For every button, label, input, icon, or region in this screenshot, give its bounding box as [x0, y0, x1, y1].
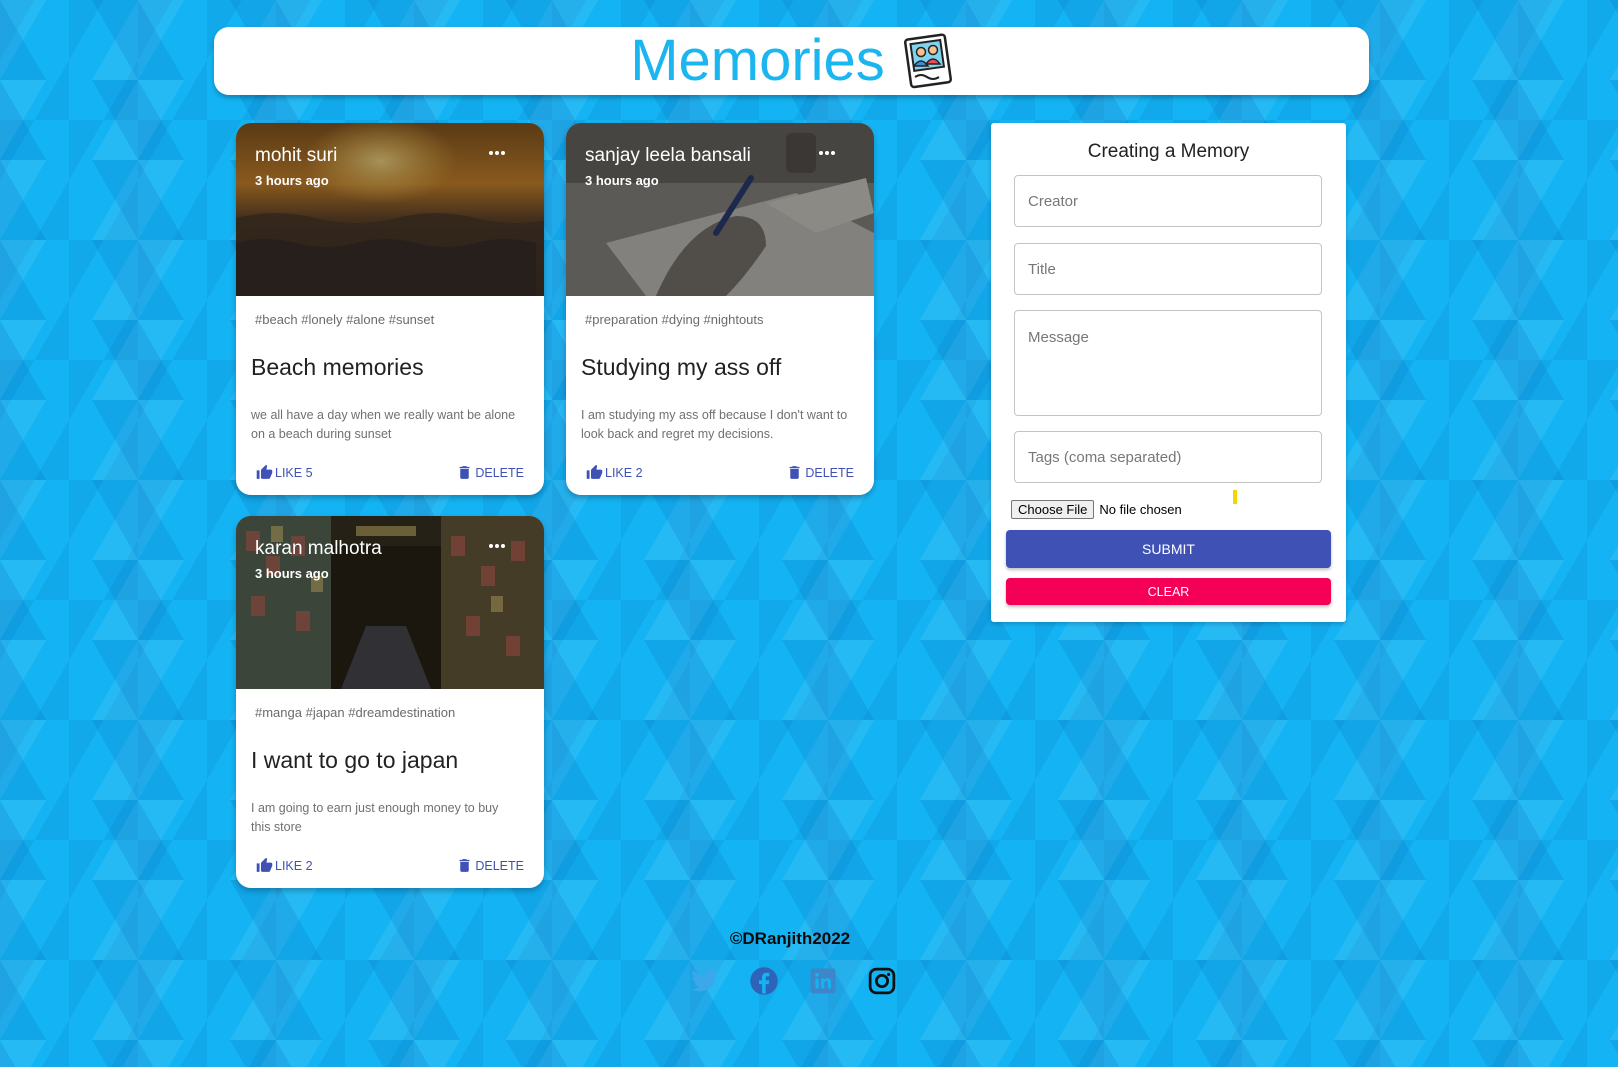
- post-message: I am studying my ass off because I don't…: [581, 408, 848, 441]
- choose-file-button[interactable]: Choose File: [1011, 500, 1095, 519]
- post-creator: sanjay leela bansali: [585, 145, 751, 166]
- post-time: 3 hours ago: [255, 566, 329, 581]
- delete-label: DELETE: [805, 465, 854, 480]
- thumb-up-icon: [256, 464, 273, 479]
- delete-button[interactable]: DELETE: [786, 464, 854, 481]
- text-cursor: [1233, 490, 1237, 504]
- post-image: karan malhotra 3 hours ago: [236, 516, 544, 689]
- delete-label: DELETE: [475, 858, 524, 873]
- delete-label: DELETE: [475, 465, 524, 480]
- delete-button[interactable]: DELETE: [456, 857, 524, 874]
- linkedin-icon[interactable]: [808, 966, 838, 996]
- post-creator: mohit suri: [255, 145, 338, 166]
- file-input[interactable]: Choose File No file chosen: [1011, 500, 1182, 519]
- post-tags: #preparation #dying #nightouts: [585, 312, 764, 327]
- trash-icon: [459, 859, 470, 872]
- like-button[interactable]: LIKE 5: [256, 464, 313, 481]
- twitter-icon[interactable]: [690, 966, 720, 996]
- post-image: sanjay leela bansali 3 hours ago: [566, 123, 874, 296]
- post-tags: #beach #lonely #alone #sunset: [255, 312, 435, 327]
- file-status: No file chosen: [1099, 502, 1182, 517]
- title-placeholder: Title: [1028, 261, 1056, 278]
- tags-field[interactable]: Tags (coma separated): [1014, 431, 1322, 483]
- like-button[interactable]: LIKE 2: [586, 464, 643, 481]
- post-time: 3 hours ago: [255, 173, 329, 188]
- form-title: Creating a Memory: [1087, 141, 1250, 162]
- post-tags: #manga #japan #dreamdestination: [255, 705, 456, 720]
- more-options-icon[interactable]: [488, 538, 506, 554]
- post-message: I am going to earn just enough money to …: [251, 801, 499, 834]
- more-options-icon[interactable]: [818, 145, 836, 161]
- trash-icon: [789, 466, 800, 479]
- message-placeholder: Message: [1028, 329, 1089, 346]
- submit-button[interactable]: SUBMIT: [1006, 530, 1331, 568]
- delete-button[interactable]: DELETE: [456, 464, 524, 481]
- facebook-icon[interactable]: [749, 966, 779, 996]
- message-field[interactable]: Message: [1014, 310, 1322, 416]
- like-label: LIKE 2: [275, 858, 313, 873]
- trash-icon: [459, 466, 470, 479]
- post-message: we all have a day when we really want be…: [251, 408, 516, 441]
- instagram-icon[interactable]: [867, 966, 897, 996]
- clear-button[interactable]: CLEAR: [1006, 578, 1331, 605]
- social-links: [690, 966, 897, 996]
- post-title: I want to go to japan: [251, 747, 459, 773]
- post-card: sanjay leela bansali 3 hours ago #prepar…: [566, 123, 874, 495]
- like-label: LIKE 5: [275, 465, 313, 480]
- post-title: Beach memories: [251, 354, 424, 380]
- creator-placeholder: Creator: [1028, 193, 1079, 210]
- create-memory-form: Creating a Memory Creator Title Message …: [991, 123, 1346, 622]
- post-time: 3 hours ago: [585, 173, 659, 188]
- post-card: karan malhotra 3 hours ago #manga #japan…: [236, 516, 544, 888]
- post-card: mohit suri 3 hours ago #beach #lonely #a…: [236, 123, 544, 495]
- like-label: LIKE 2: [605, 465, 643, 480]
- like-button[interactable]: LIKE 2: [256, 857, 313, 874]
- app-header: Memories: [214, 27, 1369, 95]
- creator-field[interactable]: Creator: [1014, 175, 1322, 227]
- thumb-up-icon: [586, 464, 603, 479]
- post-title: Studying my ass off: [581, 354, 782, 380]
- thumb-up-icon: [256, 857, 273, 872]
- post-creator: karan malhotra: [255, 538, 382, 559]
- post-image: mohit suri 3 hours ago: [236, 123, 544, 296]
- footer-copyright: ©DRanjith2022: [729, 929, 851, 948]
- title-field[interactable]: Title: [1014, 243, 1322, 295]
- tags-placeholder: Tags (coma separated): [1028, 449, 1182, 466]
- more-options-icon[interactable]: [488, 145, 506, 161]
- photo-frame-icon: [903, 33, 952, 89]
- app-title: Memories: [630, 28, 885, 93]
